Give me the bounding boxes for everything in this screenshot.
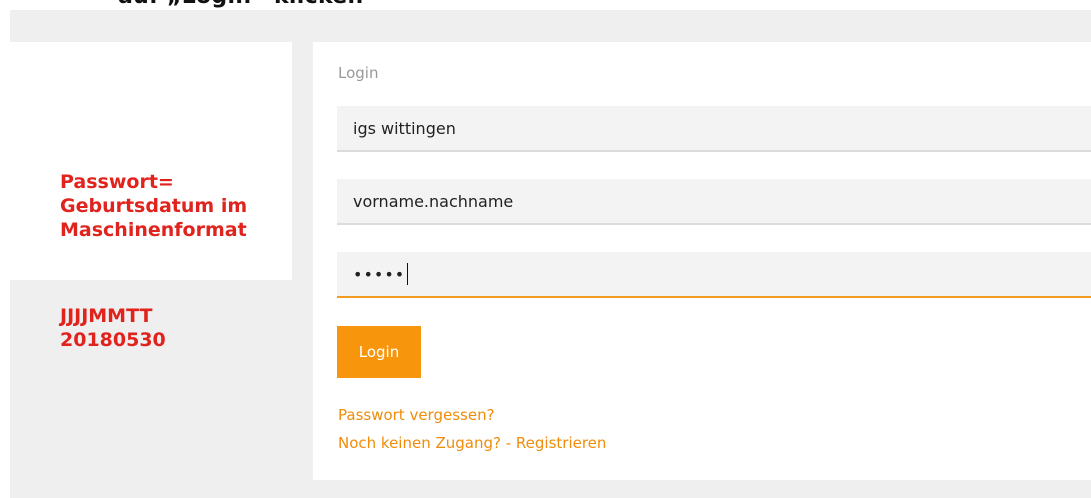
password-field-value: ••••• [353,264,406,284]
password-hint-annotation: Passwort= Geburtsdatum im Maschinenforma… [60,171,248,242]
instruction-caption: auf „Login“ klicken [118,0,363,9]
login-button[interactable]: Login [337,326,421,378]
date-format-annotation: JJJJMMTT 20180530 [60,305,166,352]
username-field-value: vorname.nachname [353,191,514,211]
left-info-panel [10,42,292,280]
forgot-password-link[interactable]: Passwort vergessen? [338,406,495,424]
username-field[interactable]: vorname.nachname [337,179,1091,225]
school-field[interactable]: igs wittingen [337,106,1091,152]
register-link[interactable]: Noch keinen Zugang? - Registrieren [338,434,606,452]
login-panel: Login igs wittingen vorname.nachname •••… [313,42,1091,480]
login-title: Login [338,64,379,82]
text-cursor [407,263,409,285]
school-field-value: igs wittingen [353,118,456,138]
password-field[interactable]: ••••• [337,252,1091,298]
